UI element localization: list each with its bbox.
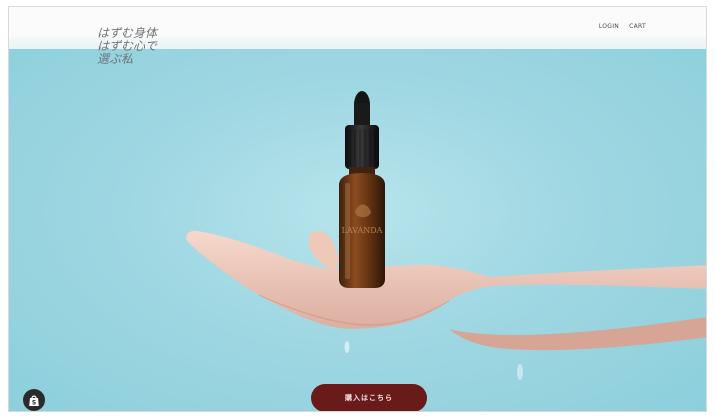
shopping-bag-icon: S: [29, 395, 39, 406]
cart-link[interactable]: CART: [629, 23, 646, 30]
buy-button[interactable]: 購入はこちら: [311, 384, 427, 411]
bottle-label-text: LAVANDA: [342, 226, 383, 235]
svg-text:S: S: [32, 399, 36, 406]
hand-illustration: [186, 230, 706, 380]
page-frame: LOGIN CART はずむ身体 はずむ心で 選ぶ私 LAVANDA S 購入は…: [8, 6, 707, 412]
dropper-bottle-illustration: LAVANDA: [339, 91, 385, 288]
login-link[interactable]: LOGIN: [599, 23, 619, 30]
tagline-line-3: 選ぶ私: [97, 52, 134, 66]
header-nav: LOGIN CART: [599, 23, 646, 30]
store-badge[interactable]: S: [23, 389, 45, 411]
brand-tagline: はずむ身体 はずむ心で 選ぶ私: [97, 27, 157, 66]
hero-image: LAVANDA: [186, 91, 706, 380]
